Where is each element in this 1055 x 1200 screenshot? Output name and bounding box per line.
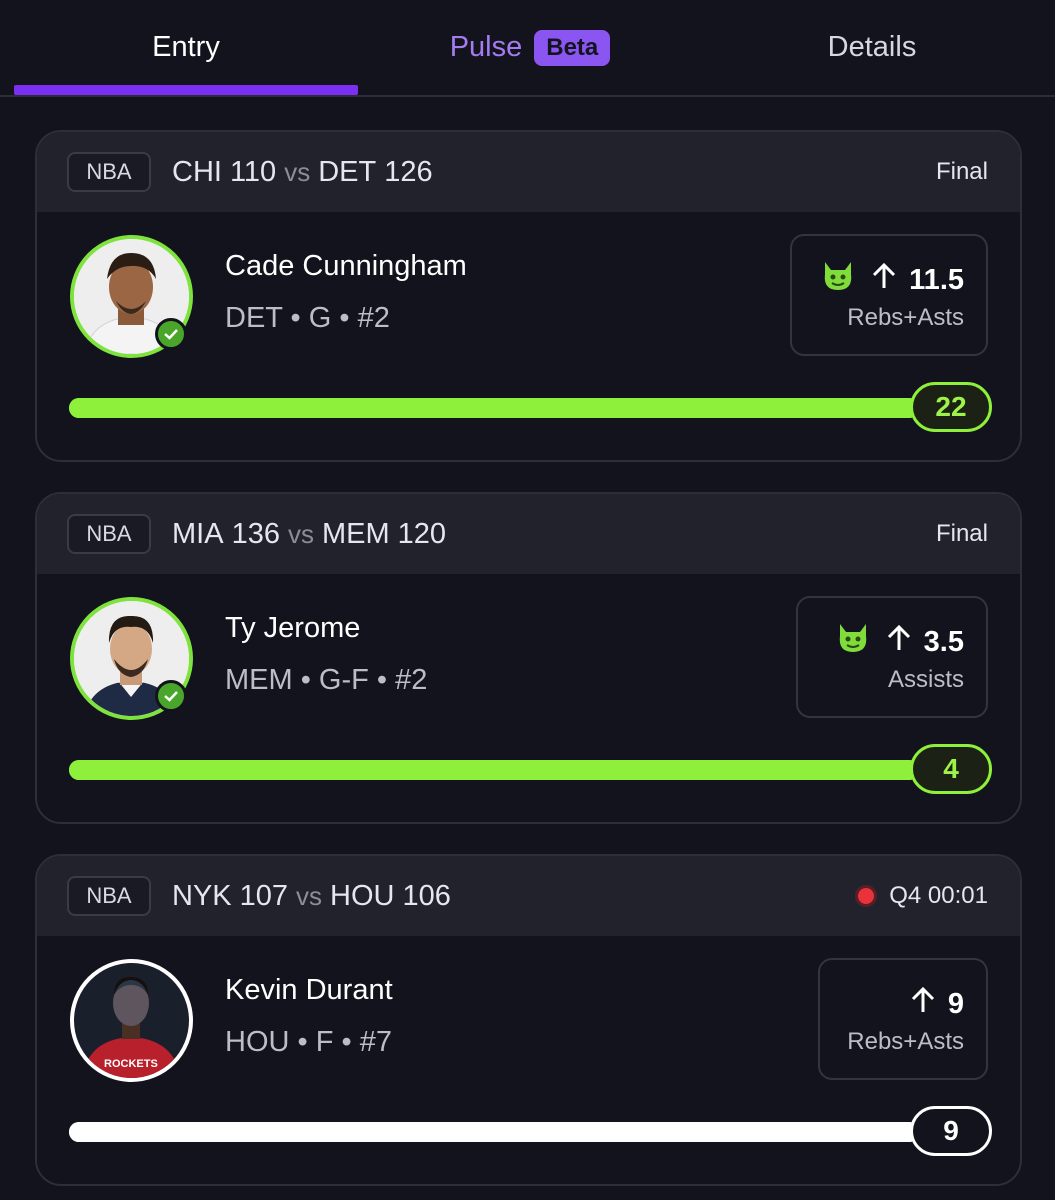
prop-line: 9	[910, 984, 964, 1024]
game-clock: Q4 00:01	[889, 882, 988, 909]
arrow-up-icon	[871, 262, 897, 298]
away-score: 107	[239, 879, 289, 912]
progress-bar	[69, 1122, 919, 1142]
pick-card[interactable]: NBA NYK 107 vs HOU 106 Q4 00:01 ROCKETS …	[35, 854, 1022, 1186]
tab-bar: Entry Pulse Beta Details	[0, 0, 1055, 97]
home-score: 126	[384, 155, 433, 188]
progress-bar	[69, 760, 919, 780]
home-score: 106	[402, 879, 451, 912]
tab-entry-label: Entry	[152, 31, 220, 63]
player-meta: MEM • G-F • #2	[225, 664, 428, 696]
progress-fill	[69, 398, 919, 418]
current-value-pill: 22	[910, 382, 992, 432]
away-team: NYK	[172, 879, 232, 912]
home-score: 120	[397, 517, 447, 550]
player-name: Ty Jerome	[225, 612, 361, 644]
tab-details[interactable]: Details	[702, 0, 1042, 95]
player-meta: DET • G • #2	[225, 302, 390, 334]
progress-fill	[69, 760, 919, 780]
away-score: 110	[229, 155, 277, 188]
pick-card[interactable]: NBA CHI 110 vs DET 126 Final Cade Cunnin…	[35, 130, 1022, 462]
game-status: Final	[935, 520, 988, 547]
away-team: MIA	[172, 517, 224, 550]
away-team: CHI	[172, 155, 222, 188]
check-icon	[155, 680, 187, 712]
prop-stat: Rebs+Asts	[847, 1028, 964, 1055]
game-status: Final	[935, 158, 988, 185]
tab-entry[interactable]: Entry	[14, 0, 358, 95]
game-status: Q4 00:01	[855, 856, 988, 936]
player-name: Kevin Durant	[225, 974, 393, 1006]
league-badge: NBA	[67, 876, 151, 916]
card-header: NBA NYK 107 vs HOU 106 Q4 00:01	[37, 856, 1020, 936]
prop-box[interactable]: 9 Rebs+Asts	[818, 958, 988, 1080]
live-dot-icon	[855, 885, 878, 907]
prop-line: 3.5	[836, 622, 964, 662]
prop-line-value: 9	[947, 987, 964, 1020]
tab-details-label: Details	[827, 31, 917, 63]
beta-badge: Beta	[534, 29, 611, 66]
tab-pulse[interactable]: Pulse Beta	[358, 0, 702, 95]
game-score: NYK 107 vs HOU 106	[172, 856, 451, 936]
prop-stat: Assists	[887, 666, 964, 693]
away-score: 136	[231, 517, 280, 550]
prop-line-value: 11.5	[909, 263, 964, 296]
pick-card[interactable]: NBA MIA 136 vs MEM 120 Final Ty Jerome M…	[35, 492, 1022, 824]
svg-text:ROCKETS: ROCKETS	[104, 1058, 158, 1070]
demon-icon	[821, 260, 855, 300]
current-value-pill: 4	[910, 744, 992, 794]
league-badge: NBA	[67, 152, 151, 192]
tab-pulse-label: Pulse	[449, 31, 523, 63]
vs-label: vs	[284, 156, 311, 187]
vs-label: vs	[287, 518, 314, 549]
player-avatar[interactable]: ROCKETS	[70, 959, 193, 1082]
card-header: NBA CHI 110 vs DET 126 Final	[37, 132, 1020, 212]
game-score: CHI 110 vs DET 126	[172, 132, 433, 212]
prop-box[interactable]: 11.5 Rebs+Asts	[790, 234, 988, 356]
progress-fill	[69, 1122, 919, 1142]
arrow-up-icon	[910, 986, 936, 1022]
demon-icon	[836, 622, 870, 662]
check-icon	[155, 318, 187, 350]
prop-line-value: 3.5	[923, 625, 964, 658]
prop-stat: Rebs+Asts	[847, 304, 964, 331]
current-value-pill: 9	[910, 1106, 992, 1156]
prop-box[interactable]: 3.5 Assists	[796, 596, 988, 718]
player-name: Cade Cunningham	[225, 250, 467, 282]
player-meta: HOU • F • #7	[225, 1026, 392, 1058]
prop-line: 11.5	[821, 260, 964, 300]
home-team: MEM	[321, 517, 390, 550]
card-header: NBA MIA 136 vs MEM 120 Final	[37, 494, 1020, 574]
game-score: MIA 136 vs MEM 120	[172, 494, 446, 574]
progress-bar	[69, 398, 919, 418]
home-team: DET	[318, 155, 377, 188]
league-badge: NBA	[67, 514, 151, 554]
active-tab-indicator	[14, 85, 358, 95]
arrow-up-icon	[886, 624, 912, 660]
home-team: HOU	[330, 879, 395, 912]
vs-label: vs	[296, 880, 323, 911]
